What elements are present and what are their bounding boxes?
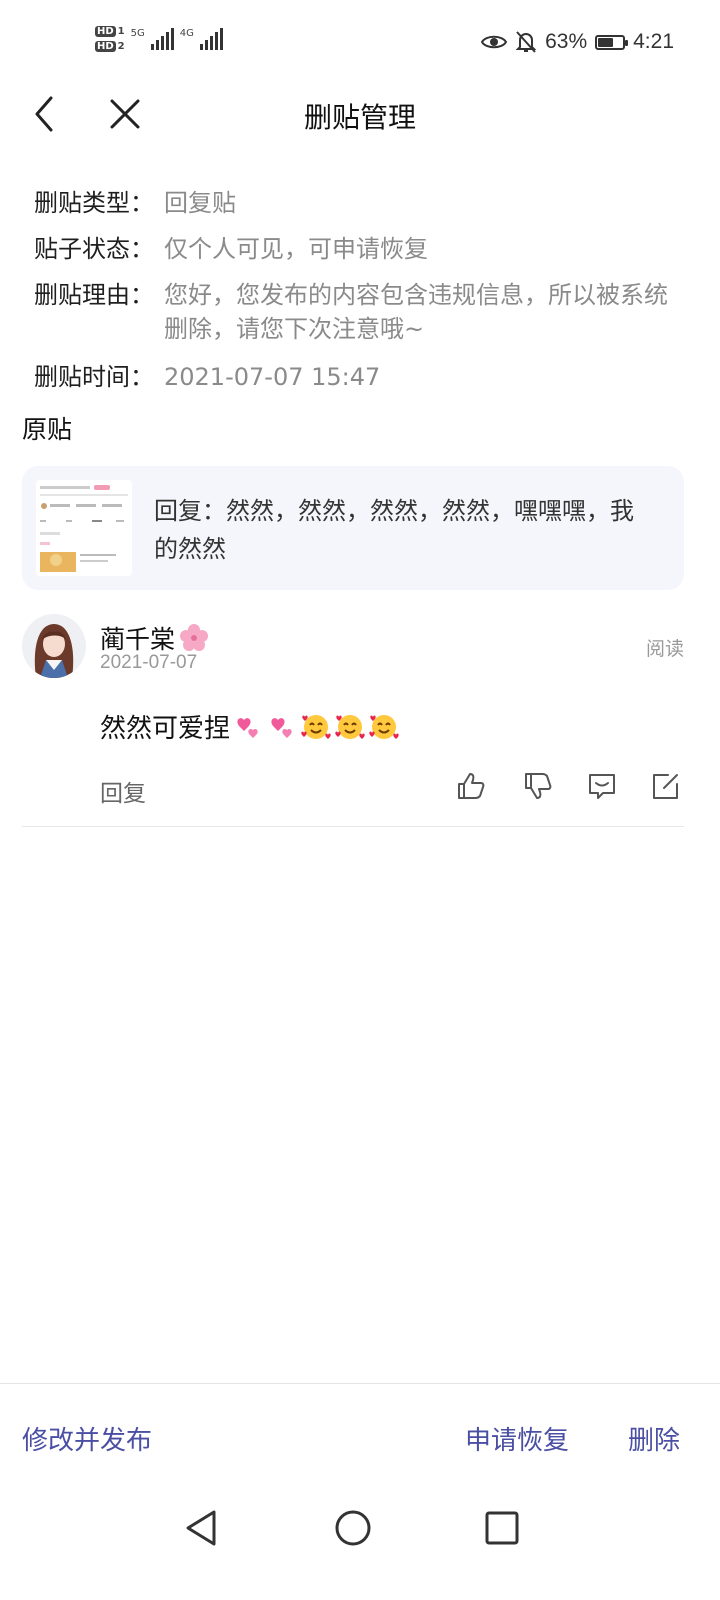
original-post-text: 回复：然然，然然，然然，然然，嘿嘿嘿，我的然然 [154,497,634,563]
page-title: 删贴管理 [303,101,416,134]
edit-button[interactable] [650,770,682,802]
signal-strength-icon [150,26,174,50]
revolving-hearts-icon [237,717,258,738]
status-bar: HD 1 HD 2 5G 4G 63% 4:21 [0,0,720,80]
reply-date: 2021-07-07 [100,652,198,673]
reply-content-text: 然然可爱捏 [100,714,231,744]
battery-percent: 63% [545,30,588,53]
original-post-heading: 原贴 [22,415,73,444]
time-value: 2021-07-07 15:47 [164,363,381,391]
signal-strength-icon-2 [199,26,223,50]
edit-icon [653,774,678,799]
original-post-card[interactable]: 回复：然然，然然，然然，然然，嘿嘿嘿，我的然然 [22,466,684,590]
info-row-time: 删贴时间： 2021-07-07 15:47 [34,360,684,394]
info-row-reason: 删贴理由： 您好，您发布的内容包含违规信息，所以被系统删除，请您下次注意哦~ [34,278,684,346]
smiling-face-with-hearts-icon [301,714,331,739]
divider [22,826,684,827]
avatar[interactable] [22,614,86,678]
sakura-icon [180,624,209,651]
bell-muted-icon [515,31,537,53]
like-button[interactable] [455,770,487,802]
dual-sim-icon: HD 1 HD 2 [95,26,125,52]
dislike-button[interactable] [522,770,554,802]
comment-icon [589,774,615,799]
time-label: 删贴时间： [34,363,154,391]
status-label: 贴子状态： [34,235,154,263]
type-value: 回复贴 [164,189,236,217]
reply-link[interactable]: 回复 [100,774,146,808]
reason-value: 您好，您发布的内容包含违规信息，所以被系统删除，请您下次注意哦~ [164,281,668,343]
reply-content: 然然可爱捏 [100,708,400,745]
thumbs-down-icon [525,773,552,799]
eye-icon [481,35,508,49]
status-right: 63% 4:21 [481,30,674,54]
info-row-type: 删贴类型： 回复贴 [34,186,684,220]
nav-back-icon[interactable] [180,1506,224,1550]
smiling-face-with-hearts-icon-3 [369,714,399,739]
system-navigation-bar [0,1490,720,1600]
edit-and-publish-button[interactable]: 修改并发布 [22,1420,152,1457]
clock: 4:21 [633,30,674,53]
bottom-bar-divider [0,1383,720,1384]
username[interactable]: 蔺千棠 [100,620,209,656]
info-row-status: 贴子状态： 仅个人可见，可申请恢复 [34,232,684,266]
network-type-4g: 4G [179,28,194,39]
smiling-face-with-hearts-icon-2 [335,714,365,739]
nav-recents-icon[interactable] [480,1506,524,1550]
status-value: 仅个人可见，可申请恢复 [164,235,428,263]
revolving-hearts-icon-2 [271,717,292,738]
battery-icon [595,34,629,50]
request-restore-button[interactable]: 申请恢复 [465,1420,569,1457]
nav-home-icon[interactable] [331,1506,375,1550]
post-thumbnail [36,480,132,576]
network-type-5g: 5G [130,28,145,39]
username-text: 蔺千棠 [100,625,176,654]
type-label: 删贴类型： [34,189,154,217]
signal-indicators: HD 1 HD 2 5G 4G [95,26,223,53]
reason-label: 删贴理由： [34,281,154,309]
thumbs-up-icon [458,773,485,799]
comment-button[interactable] [586,770,618,802]
delete-button[interactable]: 删除 [628,1420,680,1457]
read-link[interactable]: 阅读 [646,634,684,661]
